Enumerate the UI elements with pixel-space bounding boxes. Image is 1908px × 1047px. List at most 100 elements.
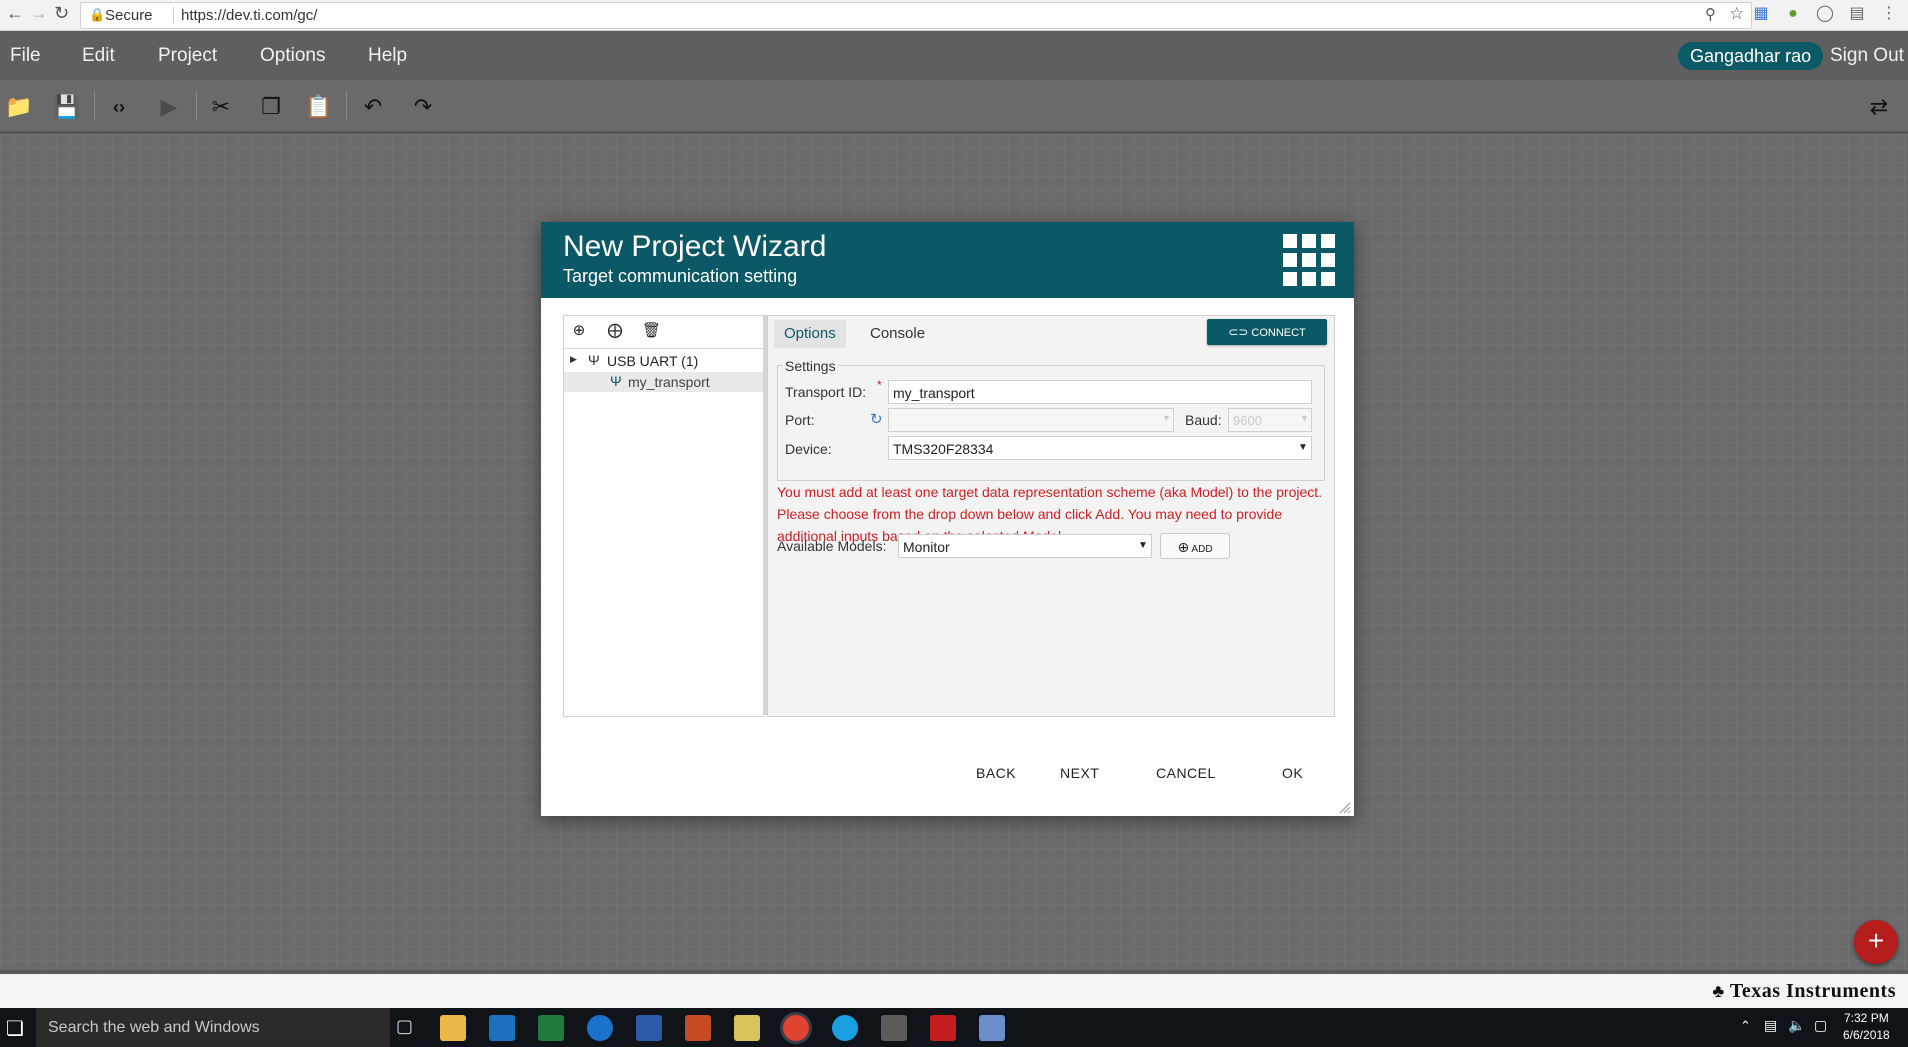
menu-icon[interactable]: ⋮ bbox=[1880, 5, 1898, 23]
available-models-label: Available Models: bbox=[777, 538, 887, 554]
app-icon[interactable] bbox=[979, 1015, 1005, 1041]
add-label: ADD bbox=[1191, 544, 1213, 555]
chrome-icon[interactable] bbox=[783, 1015, 809, 1041]
menu-help[interactable]: Help bbox=[368, 45, 407, 67]
transport-id-input[interactable]: my_transport bbox=[888, 380, 1312, 404]
open-folder-icon[interactable]: 📁 bbox=[4, 93, 34, 121]
port-label: Port: bbox=[785, 412, 815, 428]
calculator-icon[interactable] bbox=[881, 1015, 907, 1041]
extension-icon[interactable]: ● bbox=[1784, 5, 1802, 23]
expand-caret-icon[interactable]: ▶ bbox=[570, 354, 577, 365]
run-icon[interactable]: ▶ bbox=[154, 93, 184, 121]
code-view-icon[interactable]: ‹› bbox=[104, 93, 134, 121]
baud-label: Baud: bbox=[1185, 412, 1222, 428]
dialog-subtitle: Target communication setting bbox=[563, 266, 798, 286]
acrobat-icon[interactable] bbox=[930, 1015, 956, 1041]
tab-options[interactable]: Options bbox=[774, 320, 846, 348]
task-view-icon[interactable]: ▢ bbox=[396, 1016, 413, 1037]
clock-date: 6/6/2018 bbox=[1843, 1028, 1890, 1042]
available-models-select[interactable]: Monitor bbox=[898, 534, 1152, 558]
loading-spinner-icon: ↻ bbox=[870, 411, 883, 428]
cut-icon[interactable]: ✂ bbox=[206, 93, 236, 121]
add-circle-icon: ⊕ bbox=[1177, 539, 1190, 555]
skype-icon[interactable] bbox=[832, 1015, 858, 1041]
edge-icon[interactable] bbox=[587, 1015, 613, 1041]
port-dropdown-arrow-icon: ▼ bbox=[1162, 413, 1171, 423]
add-circle-icon[interactable]: ⊕ bbox=[570, 322, 588, 340]
dialog-header: New Project Wizard Target communication … bbox=[541, 222, 1354, 298]
main-toolbar: 📁 💾 ‹› ▶ ✂ ❐ 📋 ↶ ↷ ⇄ bbox=[0, 81, 1908, 134]
cancel-button[interactable]: CANCEL bbox=[1156, 765, 1216, 781]
apps-grid-icon bbox=[1283, 234, 1335, 286]
folder-app-icon[interactable] bbox=[734, 1015, 760, 1041]
redo-icon[interactable]: ↷ bbox=[408, 93, 438, 121]
notifications-icon[interactable]: ▢ bbox=[1814, 1017, 1827, 1034]
excel-icon[interactable] bbox=[538, 1015, 564, 1041]
bookmark-star-icon[interactable]: ☆ bbox=[1729, 4, 1744, 24]
ti-state-icon: ♣ bbox=[1712, 981, 1725, 1001]
undo-icon[interactable]: ↶ bbox=[358, 93, 388, 121]
app-menubar: File Edit Project Options Help bbox=[0, 31, 1908, 80]
volume-icon[interactable]: 🔈 bbox=[1788, 1017, 1805, 1034]
link-icon: ⊂⊃ bbox=[1228, 325, 1249, 339]
user-badge[interactable]: Gangadhar rao bbox=[1678, 42, 1824, 70]
connect-label: CONNECT bbox=[1251, 327, 1306, 339]
back-icon[interactable]: ← bbox=[6, 3, 24, 24]
menu-options[interactable]: Options bbox=[260, 45, 325, 67]
windows-start-icon[interactable]: ❏ bbox=[6, 1016, 24, 1041]
extension-icon[interactable]: ▦ bbox=[1752, 5, 1770, 23]
network-icon[interactable]: ▤ bbox=[1764, 1017, 1777, 1034]
outlook-icon[interactable] bbox=[489, 1015, 515, 1041]
device-select[interactable]: TMS320F28334 bbox=[888, 436, 1312, 460]
add-model-button[interactable]: ⊕ ADD bbox=[1160, 533, 1230, 559]
device-label: Device: bbox=[785, 441, 832, 457]
forward-icon[interactable]: → bbox=[30, 3, 48, 24]
save-icon[interactable]: 💾 bbox=[52, 93, 82, 121]
usb-icon: Ψ bbox=[588, 352, 600, 368]
trash-icon[interactable]: 🗑 bbox=[642, 322, 661, 340]
options-panel: Options Console ⊂⊃ CONNECT Settings Tran… bbox=[767, 315, 1335, 717]
taskbar-clock[interactable]: 7:32 PM 6/6/2018 bbox=[1843, 1010, 1890, 1044]
port-select[interactable] bbox=[888, 408, 1174, 432]
menu-edit[interactable]: Edit bbox=[82, 45, 115, 67]
dialog-title: New Project Wizard bbox=[563, 230, 827, 263]
extension-icon[interactable]: ▤ bbox=[1848, 5, 1866, 23]
menu-project[interactable]: Project bbox=[158, 45, 217, 67]
swap-icon[interactable]: ⇄ bbox=[1864, 93, 1894, 121]
powerpoint-icon[interactable] bbox=[685, 1015, 711, 1041]
resize-grip-icon[interactable] bbox=[1339, 802, 1351, 814]
settings-fieldset: Settings Transport ID: * my_transport Po… bbox=[777, 358, 1325, 481]
tray-chevron-icon[interactable]: ⌃ bbox=[1740, 1018, 1751, 1034]
file-explorer-icon[interactable] bbox=[440, 1015, 466, 1041]
ok-button[interactable]: OK bbox=[1282, 765, 1303, 781]
tree-item-my-transport[interactable]: my_transport bbox=[628, 374, 710, 390]
settings-legend: Settings bbox=[783, 358, 838, 374]
tree-item-usb-uart[interactable]: USB UART (1) bbox=[607, 353, 698, 369]
back-button[interactable]: BACK bbox=[976, 765, 1016, 781]
menu-file[interactable]: File bbox=[10, 45, 41, 67]
device-dropdown-arrow-icon: ▼ bbox=[1298, 442, 1308, 453]
connect-button[interactable]: ⊂⊃ CONNECT bbox=[1207, 319, 1327, 345]
reload-icon[interactable]: ↻ bbox=[54, 3, 69, 24]
tree-item-selected[interactable]: Ψ my_transport bbox=[564, 372, 764, 392]
taskbar-search-box[interactable]: Search the web and Windows bbox=[36, 1008, 390, 1047]
next-button[interactable]: NEXT bbox=[1060, 765, 1099, 781]
windows-taskbar: ❏ Search the web and Windows ▢ ⌃ ▤ 🔈 ▢ 7… bbox=[0, 1008, 1908, 1047]
tree-toolbar: ⊕ ⨁ 🗑 bbox=[564, 316, 764, 349]
transport-id-label: Transport ID: bbox=[785, 384, 867, 400]
url-text[interactable]: https://dev.ti.com/gc/ bbox=[181, 7, 317, 24]
add-target-icon[interactable]: ⨁ bbox=[606, 322, 624, 340]
add-fab-button[interactable]: + bbox=[1854, 920, 1898, 964]
copy-icon[interactable]: ❐ bbox=[256, 93, 286, 121]
transport-tree-panel: ⊕ ⨁ 🗑 ▶ Ψ USB UART (1) Ψ my_transport bbox=[563, 315, 764, 717]
extension-icon[interactable]: ◯ bbox=[1816, 5, 1834, 23]
sign-out-link[interactable]: Sign Out bbox=[1830, 45, 1904, 67]
models-dropdown-arrow-icon: ▼ bbox=[1138, 540, 1148, 551]
word-icon[interactable] bbox=[636, 1015, 662, 1041]
address-bar[interactable]: 🔒 Secure https://dev.ti.com/gc/ ⚲ ☆ bbox=[80, 2, 1752, 29]
tab-console[interactable]: Console bbox=[860, 320, 935, 348]
paste-icon[interactable]: 📋 bbox=[304, 93, 334, 121]
clock-time: 7:32 PM bbox=[1844, 1011, 1889, 1025]
zoom-icon[interactable]: ⚲ bbox=[1705, 5, 1716, 23]
required-mark: * bbox=[877, 378, 882, 392]
